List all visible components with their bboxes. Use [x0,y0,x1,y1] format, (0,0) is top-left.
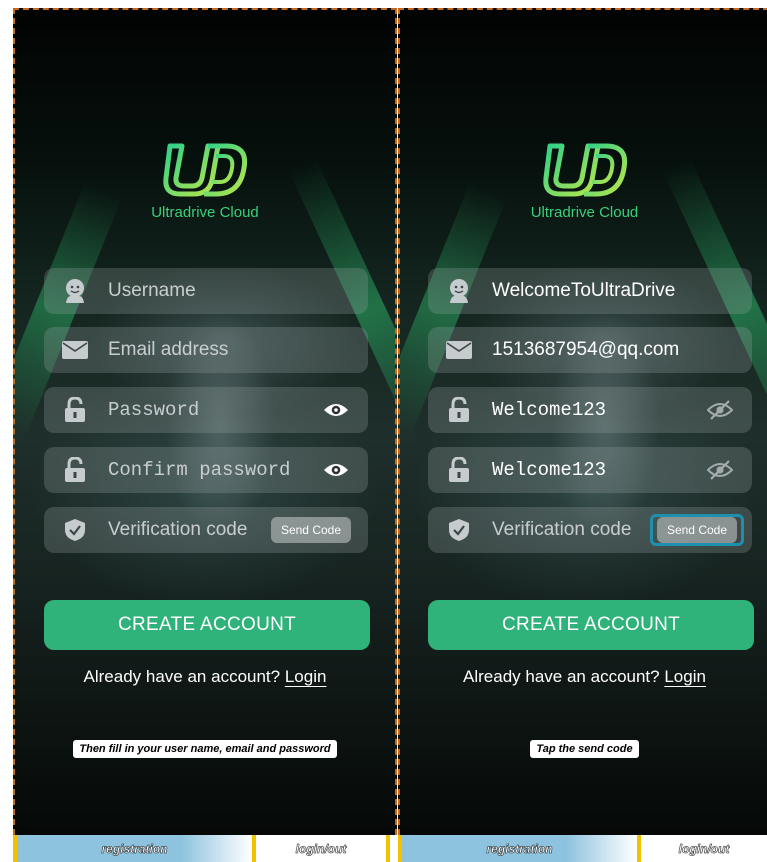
lock-icon [62,457,88,483]
ud-logo-icon [163,143,248,197]
password-field[interactable]: Welcome123 [428,387,752,433]
login-prompt-text: Already have an account? [463,667,665,686]
password-field[interactable]: Password [44,387,368,433]
email-field[interactable]: Email address [44,327,368,373]
registration-screen-right: Ultradrive Cloud WelcomeToUltraDrive 151… [398,8,767,835]
confirm-password-field[interactable]: Welcome123 [428,447,752,493]
lock-icon [446,457,472,483]
login-prompt: Already have an account? Login [400,667,767,687]
password-input[interactable]: Password [108,399,322,421]
bottom-tab-bar-right: registration login/out [398,835,767,862]
login-prompt-text: Already have an account? [83,667,285,686]
username-field[interactable]: WelcomeToUltraDrive [428,268,752,314]
confirm-password-input[interactable]: Confirm password [108,459,322,481]
verification-input[interactable]: Verification code [492,519,650,541]
login-link[interactable]: Login [285,667,327,686]
ud-logo-icon [542,143,627,197]
send-code-button[interactable]: Send Code [270,517,351,543]
verification-field[interactable]: Verification code Send Code [44,507,368,553]
tutorial-caption: Then fill in your user name, email and p… [15,739,395,758]
eye-icon[interactable] [322,460,350,480]
eye-off-icon[interactable] [706,460,734,480]
verification-field[interactable]: Verification code Send Code [428,507,752,553]
email-input[interactable]: Email address [108,339,368,361]
email-field[interactable]: 1513687954@qq.com [428,327,752,373]
shield-check-icon [62,517,88,543]
lock-icon [62,397,88,423]
username-input[interactable]: Username [108,280,368,302]
email-input[interactable]: 1513687954@qq.com [492,339,752,361]
tab-login-out[interactable]: login/out [256,835,386,862]
tab-login-out[interactable]: login/out [641,835,767,862]
user-face-icon [62,278,88,304]
app-name: Ultradrive Cloud [151,204,259,221]
eye-off-icon[interactable] [706,400,734,420]
verification-input[interactable]: Verification code [108,519,271,541]
tab-registration[interactable]: registration [402,835,637,862]
tab-divider [386,835,390,862]
bottom-tab-bar-left: registration login/out [13,835,393,862]
login-link[interactable]: Login [664,667,706,686]
confirm-password-input[interactable]: Welcome123 [492,459,706,481]
tutorial-caption: Tap the send code [400,739,767,758]
send-code-button[interactable]: Send Code [656,517,737,543]
create-account-button[interactable]: CREATE ACCOUNT [428,600,754,650]
registration-screen-left: Ultradrive Cloud Username Email address … [13,8,397,835]
login-prompt: Already have an account? Login [15,667,395,687]
tutorial-caption-text: Then fill in your user name, email and p… [73,740,337,758]
app-logo: Ultradrive Cloud [15,140,395,221]
envelope-icon [62,337,88,363]
username-input[interactable]: WelcomeToUltraDrive [492,280,752,302]
send-code-highlight: Send Code [649,514,744,546]
app-logo: Ultradrive Cloud [400,140,767,221]
lock-icon [446,397,472,423]
create-account-button[interactable]: CREATE ACCOUNT [44,600,370,650]
tutorial-caption-text: Tap the send code [530,740,639,758]
confirm-password-field[interactable]: Confirm password [44,447,368,493]
password-input[interactable]: Welcome123 [492,399,706,421]
username-field[interactable]: Username [44,268,368,314]
app-name: Ultradrive Cloud [530,204,639,221]
eye-icon[interactable] [322,400,350,420]
envelope-icon [446,337,472,363]
shield-check-icon [446,517,472,543]
tab-registration[interactable]: registration [17,835,252,862]
user-face-icon [446,278,472,304]
